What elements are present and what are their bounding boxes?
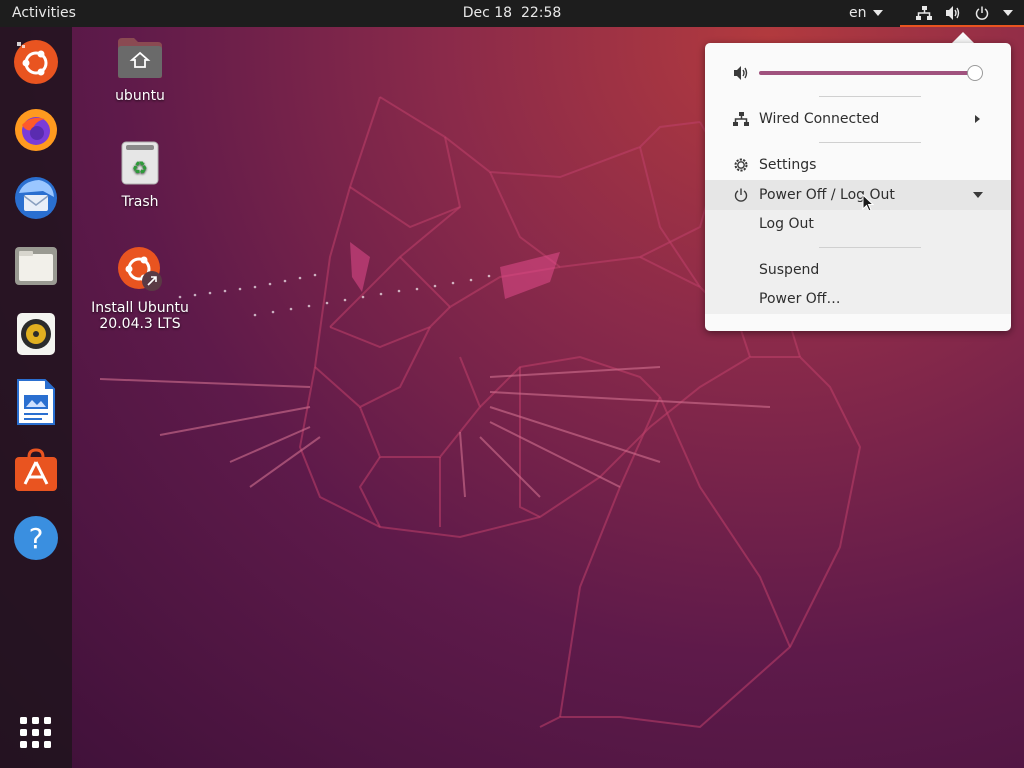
power-icon [733,187,749,203]
volume-icon [733,65,749,81]
chevron-down-icon [973,192,983,198]
dock-ubuntu-software-icon[interactable] [12,38,60,86]
chevron-right-icon [975,115,980,123]
separator [819,247,921,248]
power-off-log-out-item[interactable]: Power Off / Log Out [705,180,1011,212]
dock-thunderbird-icon[interactable] [12,174,60,222]
activities-button[interactable]: Activities [12,5,76,21]
desktop-icon-label: Install Ubuntu 20.04.3 LTS [91,300,189,332]
dock-rhythmbox-icon[interactable] [12,310,60,358]
log-out-label: Log Out [759,216,814,232]
dock-help-icon[interactable]: ? [12,514,60,562]
desktop-icon-label: ubuntu [115,88,165,104]
power-off-log-out-label: Power Off / Log Out [759,187,895,203]
clock-time: 22:58 [520,5,562,21]
chevron-down-icon [1003,9,1013,16]
power-off-item[interactable]: Power Off… [705,285,1011,313]
dock-app-store-icon[interactable] [12,446,60,494]
show-applications-icon[interactable] [12,709,60,757]
power-icon [975,6,989,20]
separator [819,142,921,143]
language-label: en [849,5,867,21]
desktop-icon-install-ubuntu[interactable]: Install Ubuntu 20.04.3 LTS [85,244,195,332]
volume-slider-handle[interactable] [967,65,983,81]
power-off-label: Power Off… [759,291,841,307]
clock-date: Dec 18 [462,5,513,21]
system-menu-button[interactable] [900,0,1024,27]
power-submenu: Log Out Suspend Power Off… [705,210,1011,314]
desktop-icon-label: Trash [121,194,159,210]
volume-slider-track[interactable] [759,71,977,75]
suspend-item[interactable]: Suspend [705,256,1011,284]
desktop-icon-home[interactable]: ubuntu [85,36,195,104]
suspend-label: Suspend [759,262,820,278]
desktop-icon-trash[interactable]: ♻ Trash [85,140,195,210]
top-bar: Activities Dec 18 22:58 en [0,0,1024,27]
network-wired-icon [916,5,932,20]
ubuntu-installer-icon [118,247,162,291]
svg-text:♻: ♻ [132,158,148,179]
settings-label: Settings [759,157,817,173]
system-menu-popup: Wired Connected Settings Power Off / Log… [705,43,1011,331]
dock-files-icon[interactable] [12,242,60,290]
clock-button[interactable]: Dec 18 22:58 [463,5,562,21]
popup-arrow [952,32,974,43]
trash-icon: ♻ [121,141,159,185]
svg-text:?: ? [29,522,44,555]
log-out-item[interactable]: Log Out [705,210,1011,238]
dock-libreoffice-writer-icon[interactable] [12,378,60,426]
settings-gear-icon [733,157,749,173]
chevron-down-icon [872,10,883,16]
dock: ? [0,27,72,768]
network-wired-icon [733,111,749,127]
home-folder-icon [118,38,162,78]
wired-connected-item[interactable]: Wired Connected [705,105,1011,133]
language-indicator[interactable]: en [849,5,883,21]
settings-item[interactable]: Settings [705,151,1011,179]
wired-connected-label: Wired Connected [759,111,880,127]
volume-icon [946,5,960,20]
dock-firefox-icon[interactable] [12,106,60,154]
separator [819,96,921,97]
volume-row [705,59,1011,87]
